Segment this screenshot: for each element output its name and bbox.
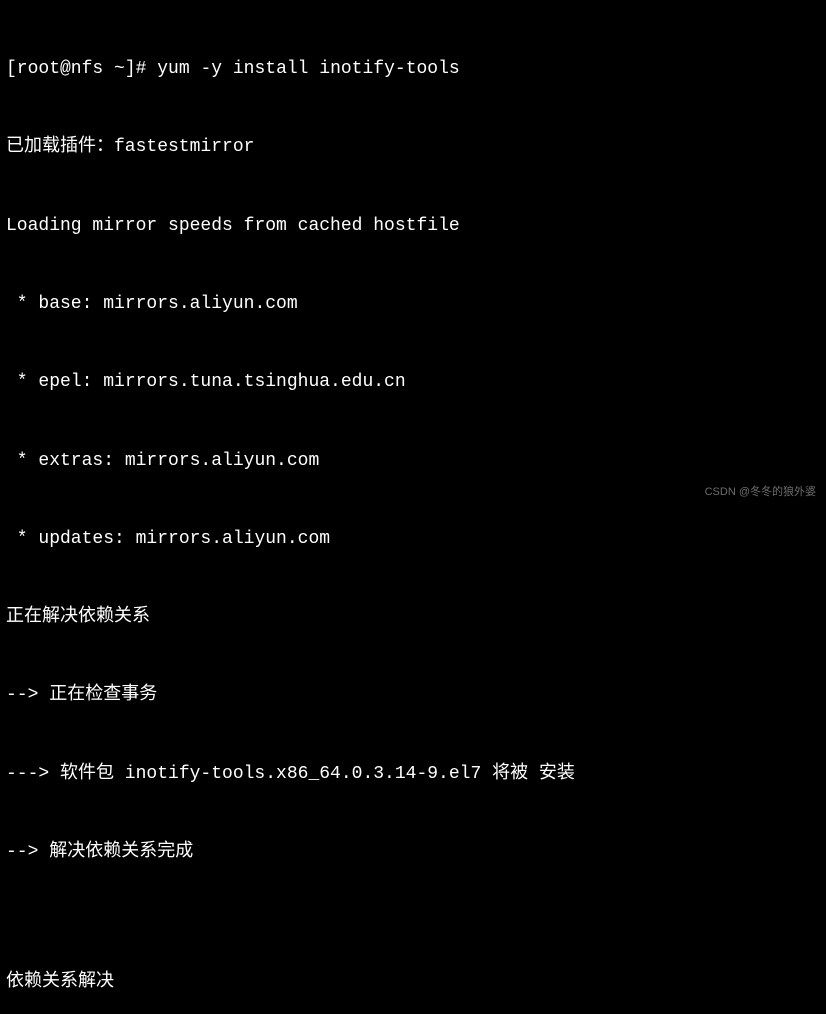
output-line: * updates: mirrors.aliyun.com [6,526,820,552]
terminal-output[interactable]: [root@nfs ~]# yum -y install inotify-too… [6,4,820,1014]
output-line: 正在解决依赖关系 [6,604,820,630]
output-line: * epel: mirrors.tuna.tsinghua.edu.cn [6,369,820,395]
output-line: --> 正在检查事务 [6,682,820,708]
watermark-text: CSDN @冬冬的狼外婆 [705,485,816,501]
output-line: ---> 软件包 inotify-tools.x86_64.0.3.14-9.e… [6,761,820,787]
output-line: * extras: mirrors.aliyun.com [6,448,820,474]
output-line: 依赖关系解决 [6,969,820,995]
command-line: [root@nfs ~]# yum -y install inotify-too… [6,56,820,82]
typed-command: yum -y install inotify-tools [157,59,459,79]
output-line: --> 解决依赖关系完成 [6,839,820,865]
output-line: 已加载插件：fastestmirror [6,134,820,160]
output-line: * base: mirrors.aliyun.com [6,291,820,317]
output-line: Loading mirror speeds from cached hostfi… [6,213,820,239]
shell-prompt: [root@nfs ~]# [6,59,146,79]
